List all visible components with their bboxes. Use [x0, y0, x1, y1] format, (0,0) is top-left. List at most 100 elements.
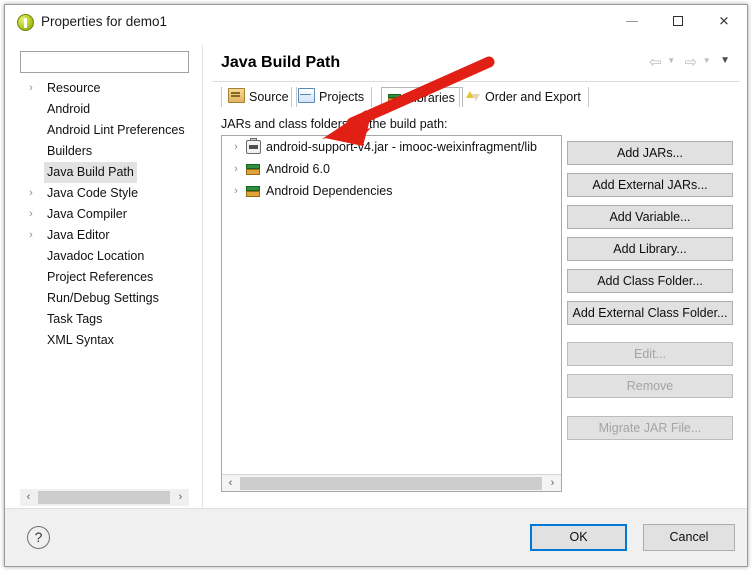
tab-label: Libraries [407, 91, 455, 105]
order-export-arrows-icon [466, 90, 481, 103]
sidebar-item-label: Run/Debug Settings [47, 291, 159, 305]
chevron-right-icon[interactable]: › [24, 225, 38, 246]
minimize-button[interactable] [609, 5, 655, 36]
sidebar-item-java-code-style[interactable]: › Java Code Style [20, 183, 189, 204]
build-path-list-item-label: Android 6.0 [266, 162, 330, 176]
sidebar-item-label: Java Compiler [47, 207, 127, 221]
add-variable-button[interactable]: Add Variable... [567, 205, 733, 229]
chevron-right-icon[interactable]: › [229, 180, 243, 202]
build-path-list-item[interactable]: › Android 6.0 [222, 158, 561, 180]
library-icon [246, 184, 261, 198]
tab-order-and-export[interactable]: Order and Export [459, 87, 589, 107]
build-path-list-item[interactable]: › Android Dependencies [222, 180, 561, 202]
migrate-jar-file-button: Migrate JAR File... [567, 416, 733, 440]
back-menu-chevron-down-icon[interactable]: ▼ [667, 56, 675, 65]
header-divider [212, 81, 740, 82]
page-nav-buttons: ⇦ ▼ ⇨ ▼ ▼ [648, 53, 735, 71]
sidebar-item-javadoc-location[interactable]: Javadoc Location [20, 246, 189, 267]
sidebar-item-label: Javadoc Location [47, 249, 145, 263]
sidebar-item-java-build-path[interactable]: Java Build Path [20, 162, 189, 183]
build-path-list[interactable]: › android-support-v4.jar - imooc-weixinfr… [221, 135, 562, 492]
list-horizontal-scrollbar[interactable]: ‹ › [222, 474, 561, 491]
tab-bar: Source Projects Libraries Order and Export [221, 87, 741, 107]
minimize-icon [626, 20, 638, 22]
sidebar-item-builders[interactable]: Builders [20, 141, 189, 162]
title-bar: Properties for demo1 ✕ [5, 5, 747, 41]
filter-input[interactable] [21, 52, 188, 72]
chevron-right-icon[interactable]: › [24, 183, 38, 204]
dialog-footer: ? OK Cancel [5, 509, 747, 566]
properties-dialog: Properties for demo1 ✕ › Resource Android A… [4, 4, 748, 567]
preferences-tree[interactable]: › Resource Android Android Lint Preferences… [20, 78, 189, 486]
forward-menu-chevron-down-icon[interactable]: ▼ [703, 56, 711, 65]
sidebar-item-label: Builders [47, 144, 93, 158]
sidebar-item-android[interactable]: Android [20, 99, 189, 120]
sidebar-horizontal-scrollbar[interactable]: ‹ › [20, 489, 189, 506]
scroll-right-icon[interactable]: › [172, 489, 189, 506]
view-menu-chevron-down-icon[interactable]: ▼ [720, 55, 730, 66]
sidebar-item-android-lint-preferences[interactable]: Android Lint Preferences [20, 120, 189, 141]
window-title: Properties for demo1 [41, 14, 168, 29]
chevron-right-icon[interactable]: › [24, 78, 38, 99]
tab-label: Order and Export [485, 90, 581, 104]
add-library-button[interactable]: Add Library... [567, 237, 733, 261]
cancel-button[interactable]: Cancel [643, 524, 735, 551]
sidebar-item-java-editor[interactable]: › Java Editor [20, 225, 189, 246]
tab-label: Projects [319, 90, 365, 104]
build-path-list-item-label: android-support-v4.jar - imooc-weixinfra… [266, 140, 537, 154]
remove-button: Remove [567, 374, 733, 398]
back-arrow-icon[interactable]: ⇦ [649, 53, 662, 71]
add-external-jars-button[interactable]: Add External JARs... [567, 173, 733, 197]
jar-icon [246, 138, 261, 154]
sidebar-item-project-references[interactable]: Project References [20, 267, 189, 288]
scroll-left-icon[interactable]: ‹ [20, 489, 37, 506]
maximize-icon [673, 15, 683, 26]
sidebar-item-label: Java Code Style [47, 186, 139, 200]
source-folder-icon [228, 88, 245, 103]
sidebar-item-xml-syntax[interactable]: XML Syntax [20, 330, 189, 351]
maximize-button[interactable] [655, 5, 701, 36]
sidebar-item-label: Java Build Path [44, 162, 137, 183]
chevron-right-icon[interactable]: › [229, 136, 243, 158]
page-title: Java Build Path [221, 54, 341, 71]
ok-button[interactable]: OK [530, 524, 627, 551]
close-button[interactable]: ✕ [701, 5, 747, 36]
sidebar-item-label: Java Editor [47, 228, 110, 242]
sidebar-item-java-compiler[interactable]: › Java Compiler [20, 204, 189, 225]
sidebar-item-label: XML Syntax [47, 333, 114, 347]
add-jars-button[interactable]: Add JARs... [567, 141, 733, 165]
build-path-list-rows: › android-support-v4.jar - imooc-weixinfr… [222, 136, 561, 202]
list-label: JARs and class folders on the build path… [221, 117, 448, 131]
sidebar-item-label: Android Lint Preferences [47, 123, 185, 137]
filter-field-wrapper[interactable] [20, 51, 189, 73]
build-path-list-item[interactable]: › android-support-v4.jar - imooc-weixinfr… [222, 136, 561, 158]
tab-label: Source [249, 90, 289, 104]
add-external-class-folder-button[interactable]: Add External Class Folder... [567, 301, 733, 325]
tab-libraries[interactable]: Libraries [381, 87, 463, 107]
sidebar-item-label: Project References [47, 270, 154, 284]
sidebar-item-label: Task Tags [47, 312, 103, 326]
tab-projects[interactable]: Projects [291, 87, 373, 107]
libraries-books-icon [388, 91, 403, 104]
list-scroll-right-icon[interactable]: › [544, 475, 561, 491]
tab-source[interactable]: Source [221, 87, 297, 107]
chevron-right-icon[interactable]: › [24, 204, 38, 225]
library-icon [246, 162, 261, 176]
edit-button: Edit... [567, 342, 733, 366]
list-scrollbar-thumb[interactable] [240, 477, 542, 490]
build-path-list-item-label: Android Dependencies [266, 184, 393, 198]
list-scroll-left-icon[interactable]: ‹ [222, 475, 239, 491]
sidebar-item-resource[interactable]: › Resource [20, 78, 189, 99]
projects-folder-icon [298, 88, 315, 103]
sidebar-item-task-tags[interactable]: Task Tags [20, 309, 189, 330]
forward-arrow-icon[interactable]: ⇨ [685, 53, 698, 71]
scrollbar-thumb[interactable] [38, 491, 170, 504]
panel-divider [202, 45, 203, 508]
close-icon: ✕ [718, 13, 730, 28]
eclipse-properties-icon [17, 14, 34, 31]
sidebar-item-run-debug-settings[interactable]: Run/Debug Settings [20, 288, 189, 309]
chevron-right-icon[interactable]: › [229, 158, 243, 180]
sidebar-item-label: Resource [47, 81, 101, 95]
add-class-folder-button[interactable]: Add Class Folder... [567, 269, 733, 293]
help-button[interactable]: ? [27, 526, 50, 549]
